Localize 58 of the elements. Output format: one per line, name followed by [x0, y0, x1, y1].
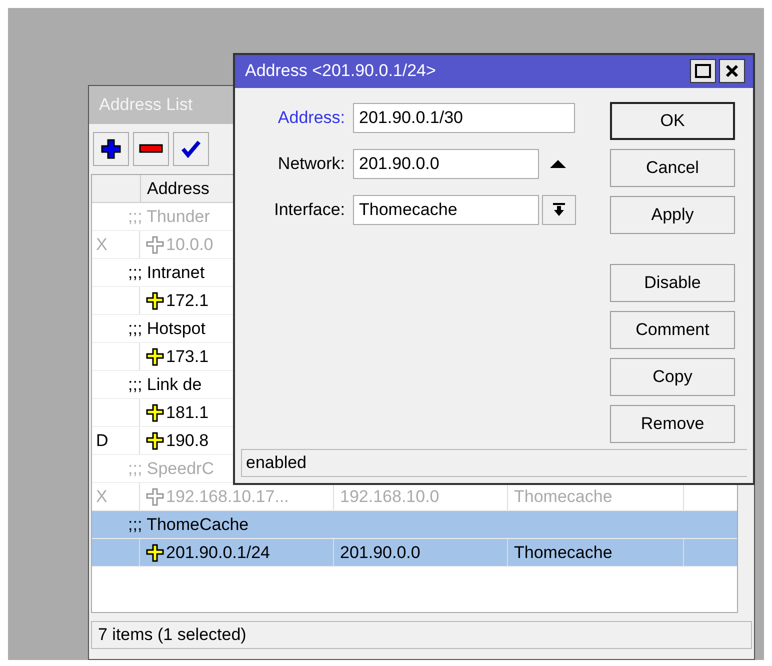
table-cell: 10.0.0 [166, 234, 214, 254]
plus-icon [100, 138, 122, 160]
address-icon [146, 432, 164, 450]
flag-text: X [96, 234, 108, 254]
add-button[interactable] [93, 132, 129, 166]
table-cell: 201.90.0.0 [340, 542, 420, 562]
flag-text: D [96, 430, 108, 450]
table-cell: 192.168.10.17... [166, 486, 289, 506]
dialog-button[interactable]: Cancel [610, 148, 735, 187]
input-field[interactable]: 201.90.0.1/30 [353, 102, 575, 133]
table-cell: 172.1 [166, 290, 209, 310]
dialog-button[interactable]: Copy [610, 358, 735, 396]
address-row[interactable]: 201.90.0.1/24 201.90.0.0 Thomecache [92, 539, 737, 567]
dialog-title: Address <201.90.0.1/24> [245, 61, 436, 82]
enable-button[interactable] [173, 132, 209, 166]
address-icon [146, 236, 164, 254]
table-cell: 192.168.10.0 [340, 486, 440, 506]
table-cell: 190.8 [166, 430, 209, 450]
dialog-button[interactable]: Comment [610, 310, 735, 349]
comment-text: ;;; ThomeCache [127, 514, 249, 534]
comment-text: ;;; Thunder [127, 206, 210, 226]
table-cell: 181.1 [166, 402, 209, 422]
comment-text: ;;; Intranet [127, 262, 205, 282]
dialog-button[interactable]: OK [610, 102, 735, 140]
table-cell: Thomecache [514, 542, 612, 562]
status-bar: enabled [241, 448, 747, 477]
dialog-button[interactable]: Apply [610, 196, 735, 234]
maximize-icon [695, 64, 711, 78]
dropdown-button[interactable] [542, 194, 576, 225]
status-bar: 7 items (1 selected) [91, 621, 752, 649]
table-cell: Thomecache [514, 486, 612, 506]
comment-text: ;;; SpeedrC [127, 458, 214, 478]
table-cell: 173.1 [166, 346, 209, 366]
input-field[interactable]: 201.90.0.0 [353, 148, 539, 179]
close-button[interactable] [719, 59, 745, 84]
address-icon [146, 488, 164, 506]
input-field[interactable]: Thomecache [353, 194, 539, 225]
address-icon [146, 348, 164, 366]
checkmark-icon [180, 138, 202, 160]
maximize-button[interactable] [690, 59, 716, 84]
address-icon [146, 404, 164, 422]
comment-row[interactable]: ;;; ThomeCache [92, 511, 737, 539]
collapse-arrow-icon[interactable] [549, 158, 567, 169]
field-label: Network: [276, 154, 346, 174]
flag-text: X [96, 486, 108, 506]
minus-icon [139, 144, 163, 154]
remove-button[interactable] [133, 132, 169, 166]
column-header[interactable]: Address [141, 175, 210, 202]
dialog-button[interactable]: Disable [610, 264, 735, 302]
comment-text: ;;; Link de [127, 374, 202, 394]
address-icon [146, 292, 164, 310]
dialog-button[interactable]: Remove [610, 404, 735, 443]
dropdown-arrow-icon [553, 202, 565, 217]
address-icon [146, 544, 164, 562]
field-label: Interface: [273, 200, 346, 220]
comment-text: ;;; Hotspot [127, 318, 206, 338]
close-icon [725, 64, 739, 78]
table-cell: 201.90.0.1/24 [166, 542, 270, 562]
